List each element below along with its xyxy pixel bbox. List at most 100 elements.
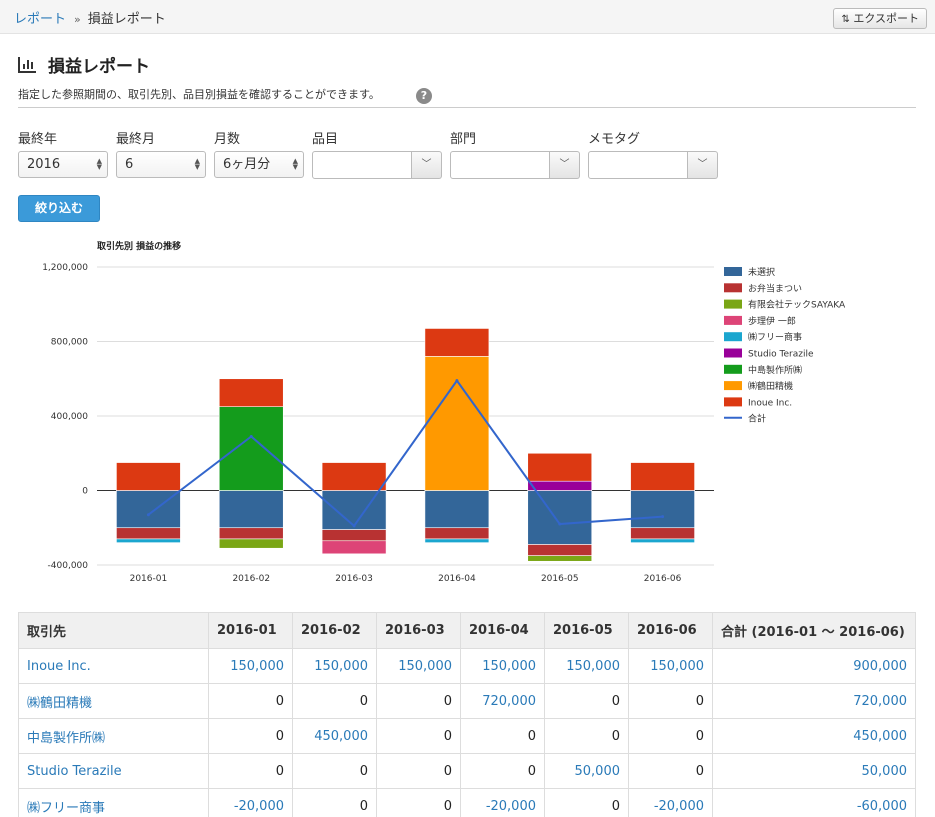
amount-cell[interactable]: -20,000 bbox=[208, 788, 293, 817]
year-value: 2016 bbox=[27, 157, 61, 172]
month-label: 最終月 bbox=[116, 132, 156, 147]
legend-label: 未選択 bbox=[748, 266, 775, 278]
legend-swatch bbox=[724, 381, 742, 391]
amount-cell[interactable]: 450,000 bbox=[292, 718, 377, 754]
legend-swatch bbox=[724, 332, 742, 342]
bar-chart-icon bbox=[18, 56, 36, 73]
bar-segment bbox=[321, 490, 387, 530]
breadcrumb-separator: » bbox=[74, 13, 81, 26]
bar-segment bbox=[218, 527, 284, 540]
top-bar: レポート » 損益レポート ⇅ エクスポート bbox=[0, 0, 935, 34]
column-header: 2016-05 bbox=[544, 612, 629, 649]
total-cell[interactable]: -60,000 bbox=[712, 788, 916, 817]
export-button[interactable]: ⇅ エクスポート bbox=[833, 8, 927, 29]
legend-swatch bbox=[724, 299, 742, 309]
bar-segment bbox=[424, 356, 490, 491]
amount-cell[interactable]: -20,000 bbox=[628, 788, 713, 817]
month-select[interactable]: 6 ▲ ▼ bbox=[116, 151, 206, 178]
table-row: 中島製作所㈱ 0 450,000 0 0 0 0 450,000 bbox=[18, 718, 916, 754]
bar-segment bbox=[424, 538, 490, 543]
total-point bbox=[352, 524, 356, 528]
column-header: 2016-04 bbox=[460, 612, 545, 649]
amount-cell[interactable]: 150,000 bbox=[628, 648, 713, 684]
y-tick-label: 800,000 bbox=[51, 338, 88, 348]
breadcrumb-link-reports[interactable]: レポート bbox=[14, 12, 66, 27]
y-tick-label: 400,000 bbox=[51, 412, 88, 422]
table-row: Studio Terazile 0 0 0 0 50,000 0 50,000 bbox=[18, 753, 916, 789]
amount-cell[interactable]: -20,000 bbox=[460, 788, 545, 817]
bar-segment bbox=[630, 527, 695, 540]
help-icon[interactable]: ? bbox=[416, 88, 432, 104]
page-description: 指定した参照期間の、取引先別、品目別損益を確認することができます。 bbox=[18, 88, 380, 101]
months-select[interactable]: 6ヶ月分 ▲ ▼ bbox=[214, 151, 304, 178]
amount-cell: 0 bbox=[544, 788, 629, 817]
partner-link[interactable]: Inoue Inc. bbox=[18, 648, 209, 684]
amount-cell[interactable]: 50,000 bbox=[544, 753, 629, 789]
amount-cell: 0 bbox=[292, 683, 377, 719]
chart-svg: 取引先別 損益の推移 1,200,000 800,000 400,000 0 -400,0… bbox=[42, 240, 846, 584]
legend-swatch bbox=[724, 315, 742, 325]
select-arrows-icon: ▲ ▼ bbox=[194, 157, 200, 171]
amount-cell[interactable]: 150,000 bbox=[544, 648, 629, 684]
amount-cell: 0 bbox=[628, 718, 713, 754]
total-cell[interactable]: 900,000 bbox=[712, 648, 916, 684]
partner-link[interactable]: ㈱鶴田精機 bbox=[18, 683, 209, 719]
table-header-row: 取引先 2016-01 2016-02 2016-03 2016-04 2016… bbox=[18, 612, 916, 649]
column-header: 取引先 bbox=[18, 612, 209, 649]
total-cell[interactable]: 50,000 bbox=[712, 753, 916, 789]
total-point bbox=[661, 515, 665, 519]
item-dropdown-button[interactable]: ﹀ bbox=[412, 151, 442, 179]
bar-segment bbox=[424, 490, 490, 529]
amount-cell[interactable]: 150,000 bbox=[460, 648, 545, 684]
amount-cell: 0 bbox=[292, 753, 377, 789]
amount-cell: 0 bbox=[544, 683, 629, 719]
partner-link[interactable]: 中島製作所㈱ bbox=[18, 718, 209, 754]
table-row: Inoue Inc. 150,000 150,000 150,000 150,000 15… bbox=[18, 648, 916, 684]
memo-tag-input[interactable] bbox=[588, 151, 688, 179]
x-tick-label: 2016-06 bbox=[644, 574, 682, 584]
x-tick-label: 2016-03 bbox=[335, 574, 373, 584]
total-point bbox=[146, 513, 150, 517]
table-row: ㈱フリー商事 -20,000 0 0 -20,000 0 -20,000 -60,000 bbox=[18, 788, 916, 817]
legend-label: 合計 bbox=[748, 413, 766, 425]
partner-link[interactable]: Studio Terazile bbox=[18, 753, 209, 789]
total-point bbox=[249, 434, 253, 438]
bar-segment bbox=[321, 462, 387, 491]
bar-segment bbox=[630, 490, 695, 529]
year-select[interactable]: 2016 ▲ ▼ bbox=[18, 151, 108, 178]
legend-swatch bbox=[724, 397, 742, 407]
amount-cell: 0 bbox=[544, 718, 629, 754]
total-cell[interactable]: 720,000 bbox=[712, 683, 916, 719]
legend-swatch bbox=[724, 283, 742, 293]
department-input[interactable] bbox=[450, 151, 550, 179]
amount-cell: 0 bbox=[208, 753, 293, 789]
amount-cell: 0 bbox=[460, 753, 545, 789]
amount-cell[interactable]: 150,000 bbox=[292, 648, 377, 684]
total-cell[interactable]: 450,000 bbox=[712, 718, 916, 754]
item-combobox: ﹀ bbox=[312, 151, 442, 179]
bar-segment bbox=[424, 328, 490, 357]
amount-cell[interactable]: 150,000 bbox=[208, 648, 293, 684]
amount-cell[interactable]: 150,000 bbox=[376, 648, 461, 684]
amount-cell: 0 bbox=[376, 753, 461, 789]
amount-cell: 0 bbox=[376, 718, 461, 754]
bar-segment bbox=[116, 538, 181, 543]
divider bbox=[18, 107, 916, 108]
item-input[interactable] bbox=[312, 151, 412, 179]
select-arrows-icon: ▲ ▼ bbox=[96, 157, 102, 171]
x-tick-label: 2016-01 bbox=[130, 574, 168, 584]
memo-tag-dropdown-button[interactable]: ﹀ bbox=[688, 151, 718, 179]
column-header: 2016-02 bbox=[292, 612, 377, 649]
department-dropdown-button[interactable]: ﹀ bbox=[550, 151, 580, 179]
partner-link[interactable]: ㈱フリー商事 bbox=[18, 788, 209, 817]
y-tick-label: 1,200,000 bbox=[42, 263, 88, 273]
department-label: 部門 bbox=[450, 132, 477, 147]
bar-segment bbox=[527, 480, 593, 491]
x-tick-label: 2016-04 bbox=[438, 574, 476, 584]
filter-button[interactable]: 絞り込む bbox=[18, 195, 100, 222]
months-value: 6ヶ月分 bbox=[223, 157, 271, 172]
legend-label: Studio Terazile bbox=[748, 350, 814, 360]
y-tick-label: -400,000 bbox=[48, 561, 89, 571]
legend-label: 中島製作所㈱ bbox=[748, 364, 802, 376]
amount-cell[interactable]: 720,000 bbox=[460, 683, 545, 719]
